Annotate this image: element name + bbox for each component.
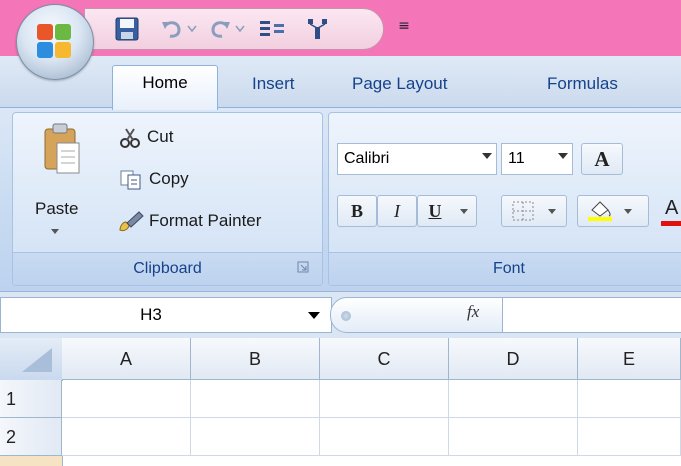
- row-header-3[interactable]: [0, 456, 63, 466]
- formula-bar-buttons: fx: [330, 297, 504, 333]
- font-family-value: Calibri: [344, 150, 390, 167]
- column-header-a[interactable]: A: [62, 338, 191, 380]
- cell-a1[interactable]: [62, 380, 191, 418]
- redo-icon[interactable]: [207, 15, 233, 43]
- font-group-label-text: Font: [492, 260, 525, 277]
- clipboard-icon[interactable]: [41, 121, 81, 177]
- customize-qat-icon[interactable]: ≡: [392, 12, 416, 40]
- chevron-down-icon[interactable]: [482, 153, 492, 159]
- chevron-down-icon[interactable]: [308, 312, 320, 319]
- cut-button[interactable]: Cut: [147, 127, 173, 147]
- cell-d2[interactable]: [449, 418, 578, 456]
- quick-access-toolbar: [84, 8, 384, 50]
- ribbon: Paste Cut Copy Format Painter Clipboard: [0, 107, 681, 292]
- copy-button[interactable]: Copy: [149, 169, 189, 189]
- column-header-b[interactable]: B: [191, 338, 320, 380]
- borders-button[interactable]: [501, 195, 567, 227]
- grow-font-label: A: [594, 147, 610, 171]
- chevron-down-icon[interactable]: [624, 209, 632, 214]
- undo-dropdown-icon[interactable]: [187, 25, 197, 33]
- column-header-c[interactable]: C: [320, 338, 449, 380]
- formula-bar: H3 fx: [0, 291, 681, 339]
- chevron-down-icon[interactable]: [460, 209, 468, 214]
- sort-icon[interactable]: [257, 15, 287, 43]
- paste-button[interactable]: Paste: [35, 199, 78, 219]
- dialog-launcher-icon[interactable]: [297, 261, 309, 273]
- tab-insert[interactable]: Insert: [252, 67, 295, 101]
- font-family-combo[interactable]: Calibri: [337, 143, 497, 175]
- font-color-swatch: [661, 221, 681, 226]
- formula-input[interactable]: [502, 297, 681, 333]
- bold-label: B: [350, 201, 363, 221]
- cell-e1[interactable]: [578, 380, 681, 418]
- fill-color-button[interactable]: [577, 195, 649, 227]
- resize-handle-icon[interactable]: [341, 311, 351, 321]
- clipboard-group-label-text: Clipboard: [133, 260, 202, 277]
- undo-icon[interactable]: [159, 15, 185, 43]
- save-icon[interactable]: [113, 15, 141, 43]
- cell-a2[interactable]: [62, 418, 191, 456]
- borders-icon: [512, 201, 534, 221]
- tab-formulas[interactable]: Formulas: [547, 67, 618, 101]
- cell-c2[interactable]: [320, 418, 449, 456]
- tab-page-layout[interactable]: Page Layout: [352, 67, 447, 101]
- font-color-label: A: [665, 197, 679, 219]
- cell-d1[interactable]: [449, 380, 578, 418]
- underline-label: U: [428, 201, 442, 221]
- grow-font-button[interactable]: A: [581, 143, 623, 175]
- fill-bucket-icon: [588, 201, 612, 221]
- row-header-2[interactable]: 2: [0, 418, 62, 456]
- office-logo-icon: [37, 24, 71, 58]
- font-size-value: 11: [508, 150, 525, 167]
- structure-icon[interactable]: [305, 15, 331, 43]
- select-all-corner[interactable]: [0, 338, 63, 381]
- format-painter-button[interactable]: Format Painter: [149, 211, 261, 231]
- font-color-button[interactable]: A: [661, 197, 681, 227]
- italic-button[interactable]: I: [377, 195, 417, 227]
- name-box-value: H3: [140, 305, 162, 324]
- clipboard-group: Paste Cut Copy Format Painter Clipboard: [12, 112, 323, 286]
- ribbon-tab-strip: Home Insert Page Layout Formulas: [0, 56, 681, 110]
- select-all-icon: [22, 348, 52, 372]
- clipboard-group-label: Clipboard: [13, 252, 322, 285]
- cell-b2[interactable]: [191, 418, 320, 456]
- chevron-down-icon[interactable]: [548, 209, 556, 214]
- column-header-e[interactable]: E: [578, 338, 681, 380]
- cell-b1[interactable]: [191, 380, 320, 418]
- copy-icon: [120, 170, 141, 190]
- bold-button[interactable]: B: [337, 195, 377, 227]
- paintbrush-icon: [119, 211, 144, 231]
- font-size-combo[interactable]: 11: [501, 143, 573, 175]
- office-button[interactable]: [16, 4, 94, 80]
- cell-c1[interactable]: [320, 380, 449, 418]
- scissors-icon: [120, 128, 140, 148]
- column-header-d[interactable]: D: [449, 338, 578, 380]
- font-group-label: Font: [329, 252, 681, 285]
- italic-label: I: [394, 201, 400, 221]
- chevron-down-icon[interactable]: [558, 153, 568, 159]
- worksheet-grid: A B C D E 1 2: [0, 338, 681, 466]
- font-group: Calibri 11 A B I U A Font: [328, 112, 681, 286]
- redo-dropdown-icon[interactable]: [235, 25, 245, 33]
- row-header-1[interactable]: 1: [0, 380, 62, 418]
- cell-e2[interactable]: [578, 418, 681, 456]
- tab-home[interactable]: Home: [112, 65, 218, 110]
- name-box[interactable]: H3: [0, 297, 332, 333]
- underline-button[interactable]: U: [417, 195, 477, 227]
- paste-dropdown-icon[interactable]: [51, 229, 59, 234]
- insert-function-button[interactable]: fx: [467, 302, 479, 322]
